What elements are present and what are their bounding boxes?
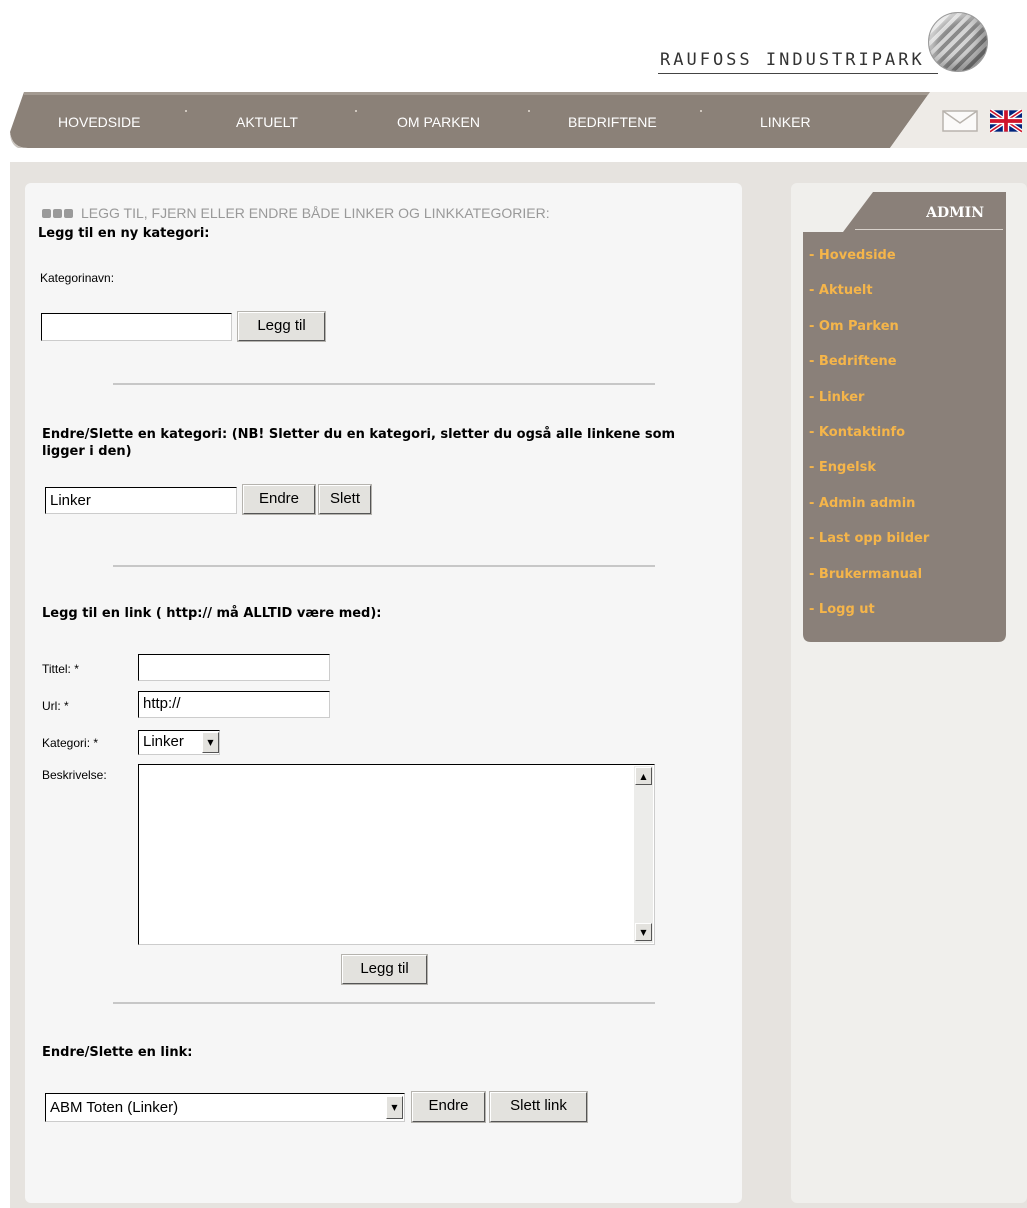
nav-item-hovedside[interactable]: HOVEDSIDE: [58, 114, 140, 130]
link-url-input[interactable]: http://: [138, 691, 330, 718]
main-nav: HOVEDSIDE AKTUELT OM PARKEN BEDRIFTENE L…: [10, 92, 930, 148]
admin-link-linker[interactable]: - Linker: [809, 390, 929, 425]
admin-link-kontaktinfo[interactable]: - Kontaktinfo: [809, 425, 929, 460]
nav-item-aktuelt[interactable]: AKTUELT: [236, 114, 298, 130]
nav-separator: [528, 110, 530, 112]
nav-item-bedriftene[interactable]: BEDRIFTENE: [568, 114, 657, 130]
logo-globe-icon: [928, 12, 988, 72]
admin-link-aktuelt[interactable]: - Aktuelt: [809, 283, 929, 318]
admin-link-bedriftene[interactable]: - Bedriftene: [809, 354, 929, 389]
nav-separator: [185, 110, 187, 112]
admin-menu: ADMIN - Hovedside - Aktuelt - Om Parken …: [803, 192, 1006, 642]
section-divider: [113, 383, 655, 385]
logo-underline: [658, 73, 938, 74]
add-link-title: Legg til en link ( http:// må ALLTID vær…: [42, 606, 382, 621]
admin-title: ADMIN: [926, 205, 984, 221]
admin-title-divider: [855, 229, 1003, 230]
admin-link-last-opp-bilder[interactable]: - Last opp bilder: [809, 531, 929, 566]
category-name-label: Kategorinavn:: [40, 271, 115, 285]
add-link-button[interactable]: Legg til: [341, 954, 428, 985]
uk-flag-icon[interactable]: [990, 109, 1022, 133]
link-description-textarea[interactable]: [138, 764, 655, 945]
admin-link-engelsk[interactable]: - Engelsk: [809, 460, 929, 495]
edit-category-field[interactable]: Linker: [45, 487, 237, 514]
nav-item-linker[interactable]: LINKER: [760, 114, 811, 130]
category-name-input[interactable]: [41, 313, 232, 341]
add-category-button[interactable]: Legg til: [237, 311, 326, 342]
nav-item-om-parken[interactable]: OM PARKEN: [397, 114, 480, 130]
admin-link-logg-ut[interactable]: - Logg ut: [809, 602, 929, 637]
section-divider: [113, 565, 655, 567]
edit-link-title: Endre/Slette en link:: [42, 1045, 193, 1060]
edit-link-button[interactable]: Endre: [411, 1091, 486, 1123]
link-category-label: Kategori: *: [42, 736, 99, 750]
edit-category-title: Endre/Slette en kategori: (NB! Sletter d…: [42, 427, 676, 459]
delete-link-button[interactable]: Slett link: [489, 1091, 588, 1123]
section-divider: [113, 1002, 655, 1004]
heading-dots-icon: [42, 205, 75, 221]
edit-link-selected-value: ABM Toten (Linker): [50, 1099, 179, 1116]
nav-separator: [355, 110, 357, 112]
mail-icon[interactable]: [942, 110, 978, 132]
chevron-down-icon[interactable]: ▼: [386, 1096, 403, 1119]
link-title-label: Tittel: *: [42, 662, 79, 676]
link-url-label: Url: *: [42, 699, 69, 713]
delete-category-button[interactable]: Slett: [318, 484, 372, 515]
admin-link-hovedside[interactable]: - Hovedside: [809, 248, 929, 283]
edit-category-button[interactable]: Endre: [242, 484, 316, 515]
logo-text: RAUFOSS INDUSTRIPARK: [660, 50, 925, 70]
link-description-label: Beskrivelse:: [42, 768, 107, 782]
admin-link-brukermanual[interactable]: - Brukermanual: [809, 567, 929, 602]
scroll-down-icon[interactable]: ▼: [635, 923, 652, 941]
nav-separator: [700, 110, 702, 112]
link-category-value: Linker: [143, 733, 184, 750]
admin-link-list: - Hovedside - Aktuelt - Om Parken - Bedr…: [809, 248, 929, 637]
scroll-up-icon[interactable]: ▲: [635, 767, 652, 785]
add-category-title: Legg til en ny kategori:: [38, 226, 210, 241]
page-heading: LEGG TIL, FJERN ELLER ENDRE BÅDE LINKER …: [42, 205, 550, 221]
admin-link-om-parken[interactable]: - Om Parken: [809, 319, 929, 354]
description-scrollbar[interactable]: [634, 766, 653, 943]
chevron-down-icon[interactable]: ▼: [202, 732, 219, 753]
link-title-input[interactable]: [138, 654, 330, 681]
page-heading-text: LEGG TIL, FJERN ELLER ENDRE BÅDE LINKER …: [81, 205, 550, 221]
edit-link-select[interactable]: ABM Toten (Linker): [45, 1093, 405, 1122]
admin-link-admin-admin[interactable]: - Admin admin: [809, 496, 929, 531]
